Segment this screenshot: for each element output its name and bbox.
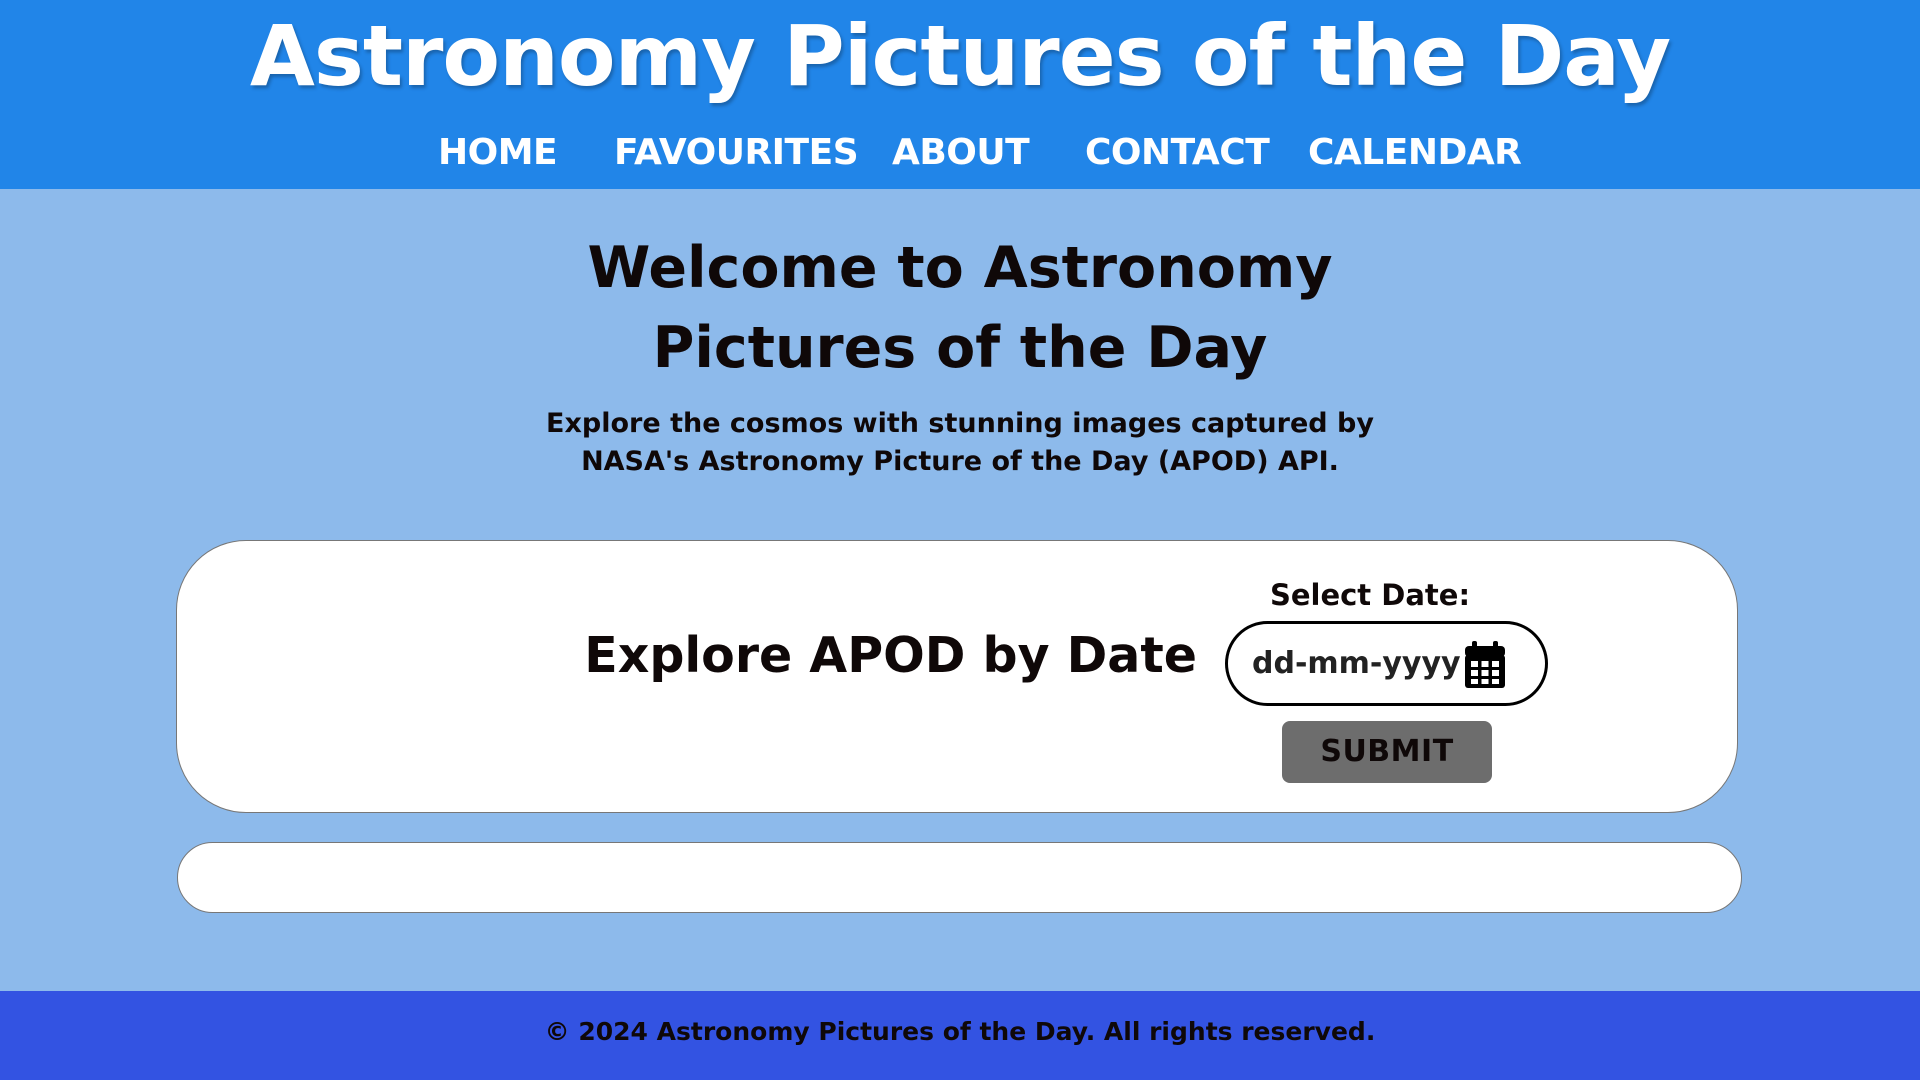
date-input-placeholder: dd-mm-yyyy: [1252, 646, 1461, 681]
explore-heading: Explore APOD by Date: [584, 627, 1197, 684]
footer-copyright: © 2024 Astronomy Pictures of the Day. Al…: [544, 1017, 1376, 1046]
date-input[interactable]: dd-mm-yyyy: [1225, 621, 1548, 706]
welcome-description: Explore the cosmos with stunning images …: [0, 405, 1920, 481]
welcome-heading-line-2: Pictures of the Day: [652, 315, 1268, 381]
main-nav: HOME FAVOURITES ABOUT CONTACT CALENDAR: [0, 125, 1920, 185]
nav-calendar[interactable]: CALENDAR: [1308, 131, 1522, 175]
nav-home[interactable]: HOME: [438, 131, 558, 175]
welcome-description-line-2: NASA's Astronomy Picture of the Day (APO…: [581, 446, 1339, 477]
explore-by-date-card: Explore APOD by Date Select Date: dd-mm-…: [176, 540, 1738, 813]
site-title: Astronomy Pictures of the Day: [249, 7, 1671, 105]
welcome-heading: Welcome to Astronomy Pictures of the Day: [0, 228, 1920, 388]
nav-favourites[interactable]: FAVOURITES: [614, 131, 859, 175]
date-label: Select Date:: [1269, 578, 1471, 612]
nav-about[interactable]: ABOUT: [892, 131, 1030, 175]
site-header: Astronomy Pictures of the Day HOME FAVOU…: [0, 0, 1920, 189]
site-footer: © 2024 Astronomy Pictures of the Day. Al…: [0, 991, 1920, 1080]
apod-results-container: [177, 842, 1742, 913]
submit-button[interactable]: SUBMIT: [1282, 721, 1492, 783]
calendar-icon[interactable]: [1464, 641, 1506, 689]
welcome-heading-line-1: Welcome to Astronomy: [587, 235, 1333, 301]
welcome-description-line-1: Explore the cosmos with stunning images …: [546, 408, 1374, 439]
nav-contact[interactable]: CONTACT: [1085, 131, 1270, 175]
